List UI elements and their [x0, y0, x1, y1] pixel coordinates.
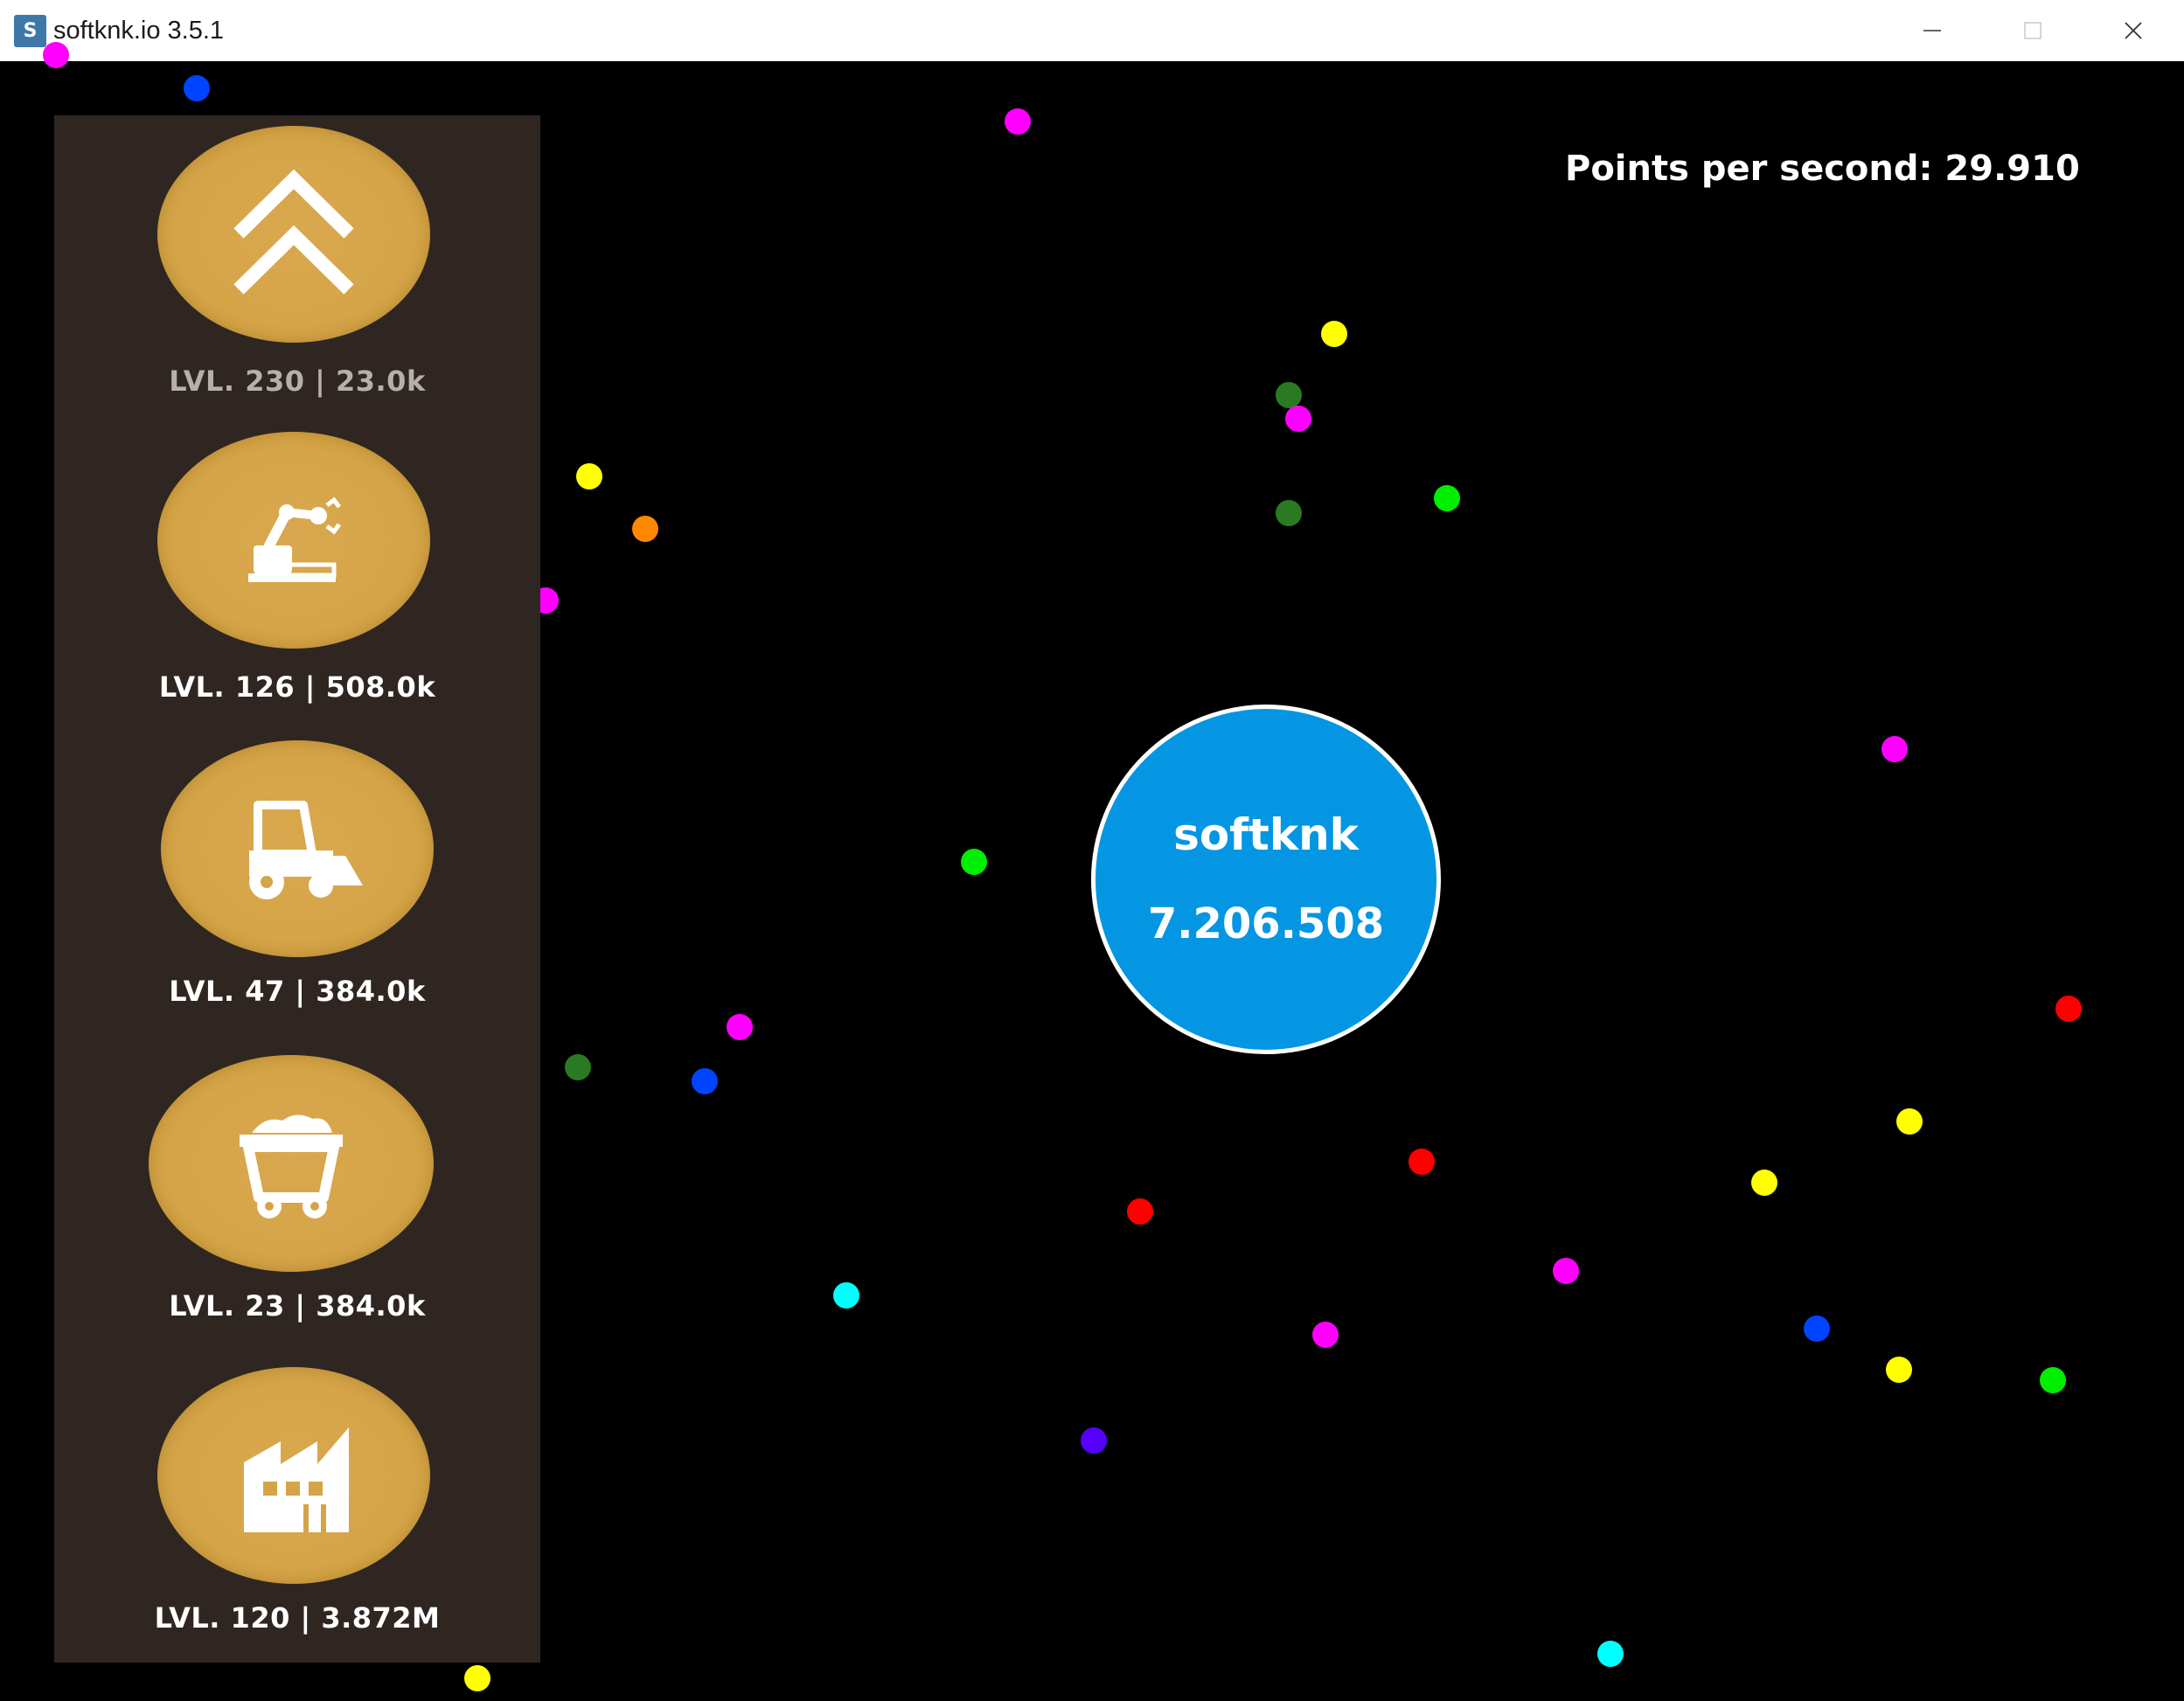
points-per-second: Points per second: 29.910 — [1565, 149, 2080, 189]
food-dot — [1005, 108, 1031, 135]
food-dot — [565, 1054, 591, 1080]
close-icon — [2125, 22, 2142, 39]
food-dot — [1553, 1258, 1579, 1284]
upgrade-item: LVL. 23 | 384.0k — [54, 1045, 540, 1342]
upgrade-item: LVL. 230 | 23.0k — [54, 115, 540, 413]
upgrade-factory-button[interactable] — [157, 1367, 430, 1584]
upgrade-item: LVL. 47 | 384.0k — [54, 730, 540, 1027]
food-dot — [1886, 1357, 1912, 1383]
food-dot — [1408, 1149, 1435, 1175]
window-titlebar: S softknk.io 3.5.1 — [0, 0, 2184, 61]
upgrade-speed-button[interactable] — [157, 126, 430, 343]
player-cell[interactable]: softknk 7.206.508 — [1091, 705, 1441, 1054]
food-dot — [1751, 1170, 1777, 1196]
food-dot — [1804, 1316, 1830, 1342]
window-title: softknk.io 3.5.1 — [53, 16, 225, 45]
food-dot — [576, 463, 602, 489]
player-name: softknk — [1173, 809, 1359, 860]
food-dot — [1127, 1198, 1153, 1225]
upgrade-item: LVL. 126 | 508.0k — [54, 421, 540, 719]
food-dot — [961, 849, 987, 875]
food-dot — [1597, 1641, 1624, 1667]
food-dot — [1285, 406, 1311, 432]
close-button[interactable] — [2085, 0, 2181, 61]
minimize-button[interactable] — [1884, 0, 1980, 61]
factory-icon — [244, 1427, 349, 1532]
robot-arm-icon — [248, 496, 341, 582]
loader-vehicle-icon — [249, 801, 363, 899]
food-dot — [2055, 996, 2082, 1022]
food-dot — [1434, 485, 1460, 511]
food-dot — [1881, 736, 1908, 762]
upgrade-label: LVL. 230 | 23.0k — [169, 364, 426, 398]
food-dot — [184, 75, 210, 101]
upgrade-item: LVL. 120 | 3.872M — [54, 1357, 540, 1654]
minimize-icon — [1923, 30, 1941, 31]
double-chevron-up-icon — [233, 169, 354, 295]
food-dot — [1321, 321, 1347, 347]
maximize-button[interactable] — [1985, 0, 2081, 61]
upgrade-label: LVL. 47 | 384.0k — [169, 975, 426, 1008]
player-score: 7.206.508 — [1147, 899, 1385, 948]
app-icon: S — [14, 14, 46, 47]
upgrade-label: LVL. 120 | 3.872M — [154, 1601, 441, 1635]
food-dot — [464, 1665, 490, 1691]
upgrade-minecart-button[interactable] — [149, 1055, 434, 1272]
game-canvas[interactable]: LVL. 230 | 23.0k LVL. 126 | 508.0k LVL. … — [0, 42, 2184, 1701]
food-dot — [727, 1014, 753, 1040]
upgrade-label: LVL. 126 | 508.0k — [158, 670, 436, 704]
food-dot — [1896, 1108, 1923, 1135]
food-dot — [1081, 1427, 1107, 1454]
upgrade-label: LVL. 23 | 384.0k — [169, 1289, 426, 1323]
upgrade-robot-button[interactable] — [157, 432, 430, 649]
upgrade-loader-button[interactable] — [161, 740, 434, 957]
food-dot — [2040, 1367, 2066, 1393]
food-dot — [632, 516, 658, 542]
food-dot — [43, 42, 69, 68]
food-dot — [1276, 500, 1302, 526]
maximize-icon — [2024, 22, 2041, 39]
food-dot — [1276, 382, 1302, 408]
upgrade-sidebar: LVL. 230 | 23.0k LVL. 126 | 508.0k LVL. … — [54, 115, 540, 1663]
food-dot — [692, 1068, 718, 1094]
mine-cart-icon — [240, 1114, 343, 1218]
food-dot — [833, 1282, 859, 1309]
food-dot — [1312, 1322, 1339, 1348]
